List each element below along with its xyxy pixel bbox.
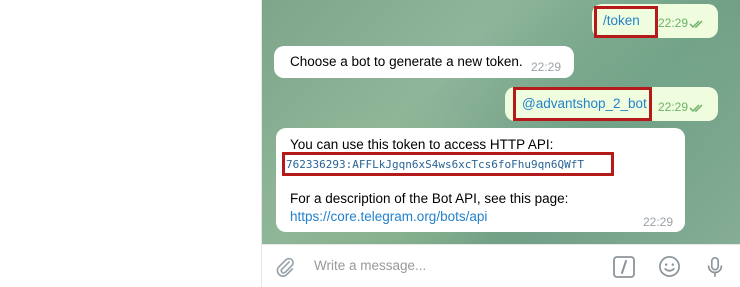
highlight-token-command bbox=[594, 6, 658, 38]
highlight-api-token bbox=[282, 152, 614, 176]
read-checkmarks-icon bbox=[689, 20, 703, 29]
incoming-message-choose-bot[interactable]: Choose a bot to generate a new token. 22… bbox=[274, 46, 574, 78]
message-time: 22:29 bbox=[643, 215, 674, 229]
chat-list-pane bbox=[0, 0, 262, 287]
slash-command-icon[interactable] bbox=[613, 256, 635, 278]
bot-api-docs-link[interactable]: https://core.telegram.org/bots/api bbox=[290, 209, 487, 224]
message-text: Choose a bot to generate a new token. bbox=[290, 54, 523, 69]
read-checkmarks-icon bbox=[689, 104, 703, 113]
message-time: 22:29 bbox=[658, 100, 689, 114]
paperclip-icon[interactable] bbox=[274, 256, 296, 278]
incoming-message-token-reply[interactable]: You can use this token to access HTTP AP… bbox=[276, 128, 685, 232]
api-description-text: For a description of the Bot API, see th… bbox=[290, 191, 569, 206]
highlight-bot-name bbox=[513, 87, 652, 121]
chat-history[interactable]: /token 22:29 Choose a bot to generate a … bbox=[262, 0, 740, 244]
message-time: 22:29 bbox=[658, 16, 689, 30]
message-composer: Write a message... bbox=[262, 244, 740, 287]
microphone-icon[interactable] bbox=[704, 255, 726, 279]
message-time: 22:29 bbox=[531, 60, 562, 74]
message-input[interactable]: Write a message... bbox=[314, 258, 426, 273]
smile-icon[interactable] bbox=[658, 255, 681, 278]
token-intro-text: You can use this token to access HTTP AP… bbox=[290, 137, 554, 152]
